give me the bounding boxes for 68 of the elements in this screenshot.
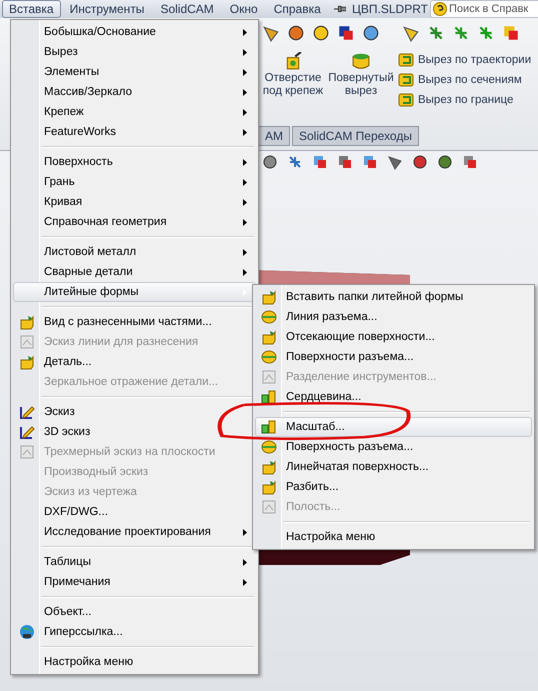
toolbar-icon[interactable] bbox=[262, 24, 280, 42]
menu-item[interactable]: Вырез bbox=[13, 42, 256, 62]
menu-item[interactable]: Сердцевина... bbox=[255, 387, 532, 407]
globe-icon bbox=[19, 624, 35, 640]
menu-item[interactable]: Поверхность разъема... bbox=[255, 437, 532, 457]
menu-item[interactable]: Грань bbox=[13, 172, 256, 192]
menu-item[interactable]: Бобышка/Основание bbox=[13, 22, 256, 42]
menu-item[interactable]: Поверхность bbox=[13, 152, 256, 172]
view-icon[interactable] bbox=[262, 154, 278, 170]
menu-item[interactable]: Вид с разнесенными частями... bbox=[13, 312, 256, 332]
cut-command-button[interactable]: Вырез по траектории bbox=[398, 52, 532, 68]
menu-item[interactable]: DXF/DWG... bbox=[13, 502, 256, 522]
menu-item[interactable]: Объект... bbox=[13, 602, 256, 622]
menu-item[interactable]: 3D эскиз bbox=[13, 422, 256, 442]
menu-item[interactable]: Таблицы bbox=[13, 552, 256, 572]
ribbon-button[interactable]: Повернутый вырез bbox=[330, 52, 392, 98]
toolbar-icon[interactable] bbox=[312, 24, 330, 42]
menu-item[interactable]: Линейчатая поверхность... bbox=[255, 457, 532, 477]
menu-item[interactable]: Настройка меню bbox=[255, 527, 532, 547]
menu-item[interactable]: Кривая bbox=[13, 192, 256, 212]
drill-icon bbox=[284, 52, 302, 70]
ring-icon bbox=[261, 349, 277, 365]
view-icon[interactable] bbox=[387, 154, 403, 170]
menu-bar-item[interactable]: SolidCAM bbox=[153, 0, 221, 18]
ring-icon bbox=[261, 309, 277, 325]
menu-item[interactable]: Листовой металл bbox=[13, 242, 256, 262]
menu-item[interactable]: FeatureWorks bbox=[13, 122, 256, 142]
menu-item[interactable]: Крепеж bbox=[13, 102, 256, 122]
menu-bar-item[interactable]: Вставка bbox=[2, 0, 61, 18]
help-icon bbox=[433, 2, 447, 16]
toolbar-icon[interactable] bbox=[362, 24, 380, 42]
pin-icon[interactable] bbox=[334, 4, 346, 14]
toolbar-icon[interactable] bbox=[402, 24, 420, 42]
menu-item[interactable]: Исследование проектирования bbox=[13, 522, 256, 542]
view-icon[interactable] bbox=[412, 154, 428, 170]
cut-command-button[interactable]: Вырез по границе bbox=[398, 92, 532, 108]
menu-item[interactable]: Поверхности разъема... bbox=[255, 347, 532, 367]
menu-item[interactable]: Литейные формы bbox=[13, 282, 256, 302]
menu-item[interactable]: Масштаб... bbox=[255, 417, 532, 437]
menu-item[interactable]: Линия разъема... bbox=[255, 307, 532, 327]
toolbar-icon[interactable] bbox=[337, 24, 355, 42]
pencil-icon bbox=[19, 404, 35, 420]
menu-item[interactable]: Массив/Зеркало bbox=[13, 82, 256, 102]
menu-item[interactable]: Разбить... bbox=[255, 477, 532, 497]
toolbar-icon[interactable] bbox=[287, 24, 305, 42]
command-tab[interactable]: SolidCAM Переходы bbox=[292, 126, 419, 146]
menu-bar-item[interactable]: Справка bbox=[266, 0, 328, 18]
menu-item[interactable]: Сварные детали bbox=[13, 262, 256, 282]
document-title: ЦВП.SLDPRT bbox=[352, 2, 428, 16]
menu-item[interactable]: Деталь... bbox=[13, 352, 256, 372]
search-field[interactable]: Поиск в Справк bbox=[430, 0, 538, 18]
menu-item[interactable]: Настройка меню bbox=[13, 652, 256, 672]
menu-bar-item[interactable]: Окно bbox=[222, 0, 265, 18]
cut-command-button[interactable]: Вырез по сечениям bbox=[398, 72, 532, 88]
menu-bar-item[interactable]: Инструменты bbox=[62, 0, 152, 18]
menu-item[interactable]: Справочная геометрия bbox=[13, 212, 256, 232]
ribbon-button[interactable]: Отверстие под крепеж bbox=[262, 52, 324, 98]
command-tab[interactable]: AM bbox=[258, 126, 290, 146]
pencil-icon bbox=[19, 424, 35, 440]
menu-item[interactable]: Гиперссылка... bbox=[13, 622, 256, 642]
menu-item[interactable]: Вставить папки литейной формы bbox=[255, 287, 532, 307]
view-icon[interactable] bbox=[437, 154, 453, 170]
menu-item[interactable]: Отсекающие поверхности... bbox=[255, 327, 532, 347]
menu-item[interactable]: Элементы bbox=[13, 62, 256, 82]
menu-item[interactable]: Примечания bbox=[13, 572, 256, 592]
cylinder-icon bbox=[352, 52, 370, 70]
menu-item[interactable]: Эскиз bbox=[13, 402, 256, 422]
ring-icon bbox=[261, 439, 277, 455]
